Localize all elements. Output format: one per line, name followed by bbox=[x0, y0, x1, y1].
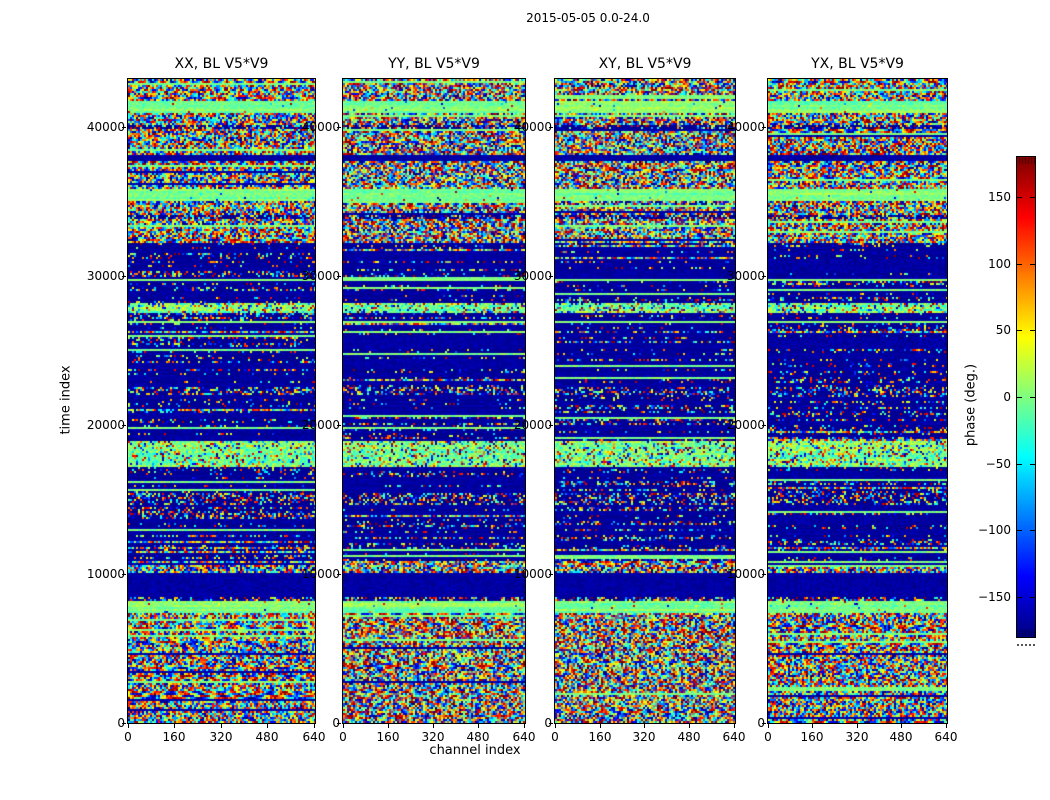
x-tick-mark bbox=[433, 724, 434, 728]
colorbar-tick-mark bbox=[1017, 464, 1022, 465]
x-tick-mark bbox=[221, 724, 222, 728]
y-tick-label: 30000 bbox=[280, 268, 340, 284]
colorbar-tick-mark bbox=[1017, 264, 1022, 265]
x-tick-label: 160 bbox=[575, 729, 625, 745]
y-tick-label: 30000 bbox=[705, 268, 765, 284]
figure: 2015-05-05 0.0-24.0 channel index time i… bbox=[0, 0, 1050, 800]
x-tick-mark bbox=[600, 724, 601, 728]
y-tick-label: 20000 bbox=[705, 417, 765, 433]
x-tick-label: 160 bbox=[149, 729, 199, 745]
y-tick-label: 20000 bbox=[492, 417, 552, 433]
y-tick-label: 10000 bbox=[705, 566, 765, 582]
colorbar-tick-label: 0 bbox=[965, 389, 1011, 405]
panel-title: YX, BL V5*V9 bbox=[743, 56, 972, 74]
colorbar-tick-mark bbox=[1030, 330, 1035, 331]
y-tick-label: 40000 bbox=[65, 119, 125, 135]
panel-title: XY, BL V5*V9 bbox=[530, 56, 760, 74]
panel-title: YY, BL V5*V9 bbox=[318, 56, 550, 74]
colorbar-tick-label: −50 bbox=[965, 456, 1011, 472]
heatmap-canvas-xy bbox=[555, 79, 735, 723]
y-tick-label: 10000 bbox=[65, 566, 125, 582]
x-tick-label: 640 bbox=[921, 729, 971, 745]
y-tick-label: 0 bbox=[492, 715, 552, 731]
x-tick-mark bbox=[689, 724, 690, 728]
x-tick-label: 320 bbox=[619, 729, 669, 745]
colorbar-tick-mark bbox=[1030, 197, 1035, 198]
x-tick-label: 0 bbox=[103, 729, 153, 745]
colorbar-extend-dots bbox=[1017, 644, 1035, 646]
colorbar-tick-label: 50 bbox=[965, 322, 1011, 338]
x-tick-mark bbox=[267, 724, 268, 728]
x-tick-label: 160 bbox=[363, 729, 413, 745]
x-tick-label: 480 bbox=[876, 729, 926, 745]
x-tick-mark bbox=[946, 724, 947, 728]
colorbar-tick-mark bbox=[1030, 264, 1035, 265]
colorbar-tick-mark bbox=[1030, 530, 1035, 531]
x-tick-mark bbox=[901, 724, 902, 728]
colorbar-tick-mark bbox=[1017, 330, 1022, 331]
colorbar-tick-mark bbox=[1030, 464, 1035, 465]
x-tick-label: 160 bbox=[787, 729, 837, 745]
x-tick-mark bbox=[644, 724, 645, 728]
y-tick-label: 20000 bbox=[280, 417, 340, 433]
y-tick-label: 0 bbox=[280, 715, 340, 731]
colorbar-tick-mark bbox=[1017, 397, 1022, 398]
y-tick-label: 30000 bbox=[492, 268, 552, 284]
y-tick-label: 10000 bbox=[280, 566, 340, 582]
y-tick-label: 0 bbox=[705, 715, 765, 731]
x-tick-mark bbox=[174, 724, 175, 728]
figure-title: 2015-05-05 0.0-24.0 bbox=[438, 11, 738, 25]
y-tick-label: 40000 bbox=[280, 119, 340, 135]
x-tick-label: 480 bbox=[453, 729, 503, 745]
y-tick-label: 40000 bbox=[705, 119, 765, 135]
x-tick-mark bbox=[343, 724, 344, 728]
x-tick-mark bbox=[388, 724, 389, 728]
x-tick-label: 320 bbox=[196, 729, 246, 745]
x-tick-mark bbox=[812, 724, 813, 728]
heatmap-panel-xy bbox=[554, 78, 736, 724]
x-tick-label: 0 bbox=[530, 729, 580, 745]
colorbar-tick-label: 150 bbox=[965, 189, 1011, 205]
x-tick-mark bbox=[857, 724, 858, 728]
heatmap-panel-yy bbox=[342, 78, 526, 724]
colorbar-tick-mark bbox=[1017, 597, 1022, 598]
x-tick-label: 320 bbox=[408, 729, 458, 745]
x-tick-mark bbox=[555, 724, 556, 728]
y-tick-label: 0 bbox=[65, 715, 125, 731]
x-tick-mark bbox=[478, 724, 479, 728]
colorbar-tick-label: 100 bbox=[965, 256, 1011, 272]
heatmap-canvas-yx bbox=[768, 79, 947, 723]
colorbar-tick-mark bbox=[1030, 597, 1035, 598]
x-tick-label: 320 bbox=[832, 729, 882, 745]
colorbar-tick-label: −150 bbox=[965, 589, 1011, 605]
y-tick-label: 30000 bbox=[65, 268, 125, 284]
heatmap-canvas-xx bbox=[128, 79, 315, 723]
x-tick-label: 480 bbox=[664, 729, 714, 745]
y-tick-label: 20000 bbox=[65, 417, 125, 433]
x-tick-label: 480 bbox=[242, 729, 292, 745]
panel-title: XX, BL V5*V9 bbox=[103, 56, 340, 74]
x-tick-label: 0 bbox=[743, 729, 793, 745]
heatmap-panel-xx bbox=[127, 78, 316, 724]
x-tick-label: 0 bbox=[318, 729, 368, 745]
y-tick-label: 40000 bbox=[492, 119, 552, 135]
x-tick-mark bbox=[768, 724, 769, 728]
x-axis-label: channel index bbox=[375, 743, 575, 758]
colorbar-tick-mark bbox=[1017, 197, 1022, 198]
x-tick-mark bbox=[128, 724, 129, 728]
y-tick-label: 10000 bbox=[492, 566, 552, 582]
colorbar-tick-mark bbox=[1030, 397, 1035, 398]
heatmap-panel-yx bbox=[767, 78, 948, 724]
colorbar-tick-mark bbox=[1017, 530, 1022, 531]
colorbar-tick-label: −100 bbox=[965, 522, 1011, 538]
heatmap-canvas-yy bbox=[343, 79, 525, 723]
